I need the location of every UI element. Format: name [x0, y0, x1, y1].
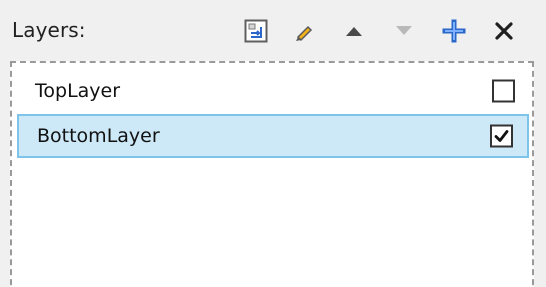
panel-title: Layers: [12, 18, 86, 42]
layers-list[interactable]: TopLayer BottomLayer [10, 61, 534, 287]
add-layer-button[interactable] [434, 12, 474, 50]
layer-row-toplayer[interactable]: TopLayer [17, 69, 529, 113]
layer-settings-icon [244, 19, 268, 43]
layer-name: BottomLayer [37, 125, 160, 147]
layer-settings-button[interactable] [236, 12, 276, 50]
layer-row-bottomlayer[interactable]: BottomLayer [17, 114, 529, 158]
check-icon [494, 130, 509, 142]
move-down-icon [392, 19, 416, 43]
move-layer-up-button[interactable] [334, 12, 374, 50]
rename-layer-button[interactable] [284, 12, 324, 50]
layer-name: TopLayer [35, 80, 121, 102]
move-up-icon [342, 19, 366, 43]
pencil-icon [292, 19, 316, 43]
delete-layer-button[interactable] [484, 12, 524, 50]
layer-visibility-checkbox[interactable] [492, 79, 515, 103]
move-layer-down-button[interactable] [384, 12, 424, 50]
close-icon [492, 19, 516, 43]
layers-header: Layers: [0, 0, 546, 56]
add-icon [442, 19, 466, 43]
layer-visibility-checkbox[interactable] [490, 124, 513, 148]
layers-panel: Layers: TopLayer BottomLayer [0, 0, 546, 287]
